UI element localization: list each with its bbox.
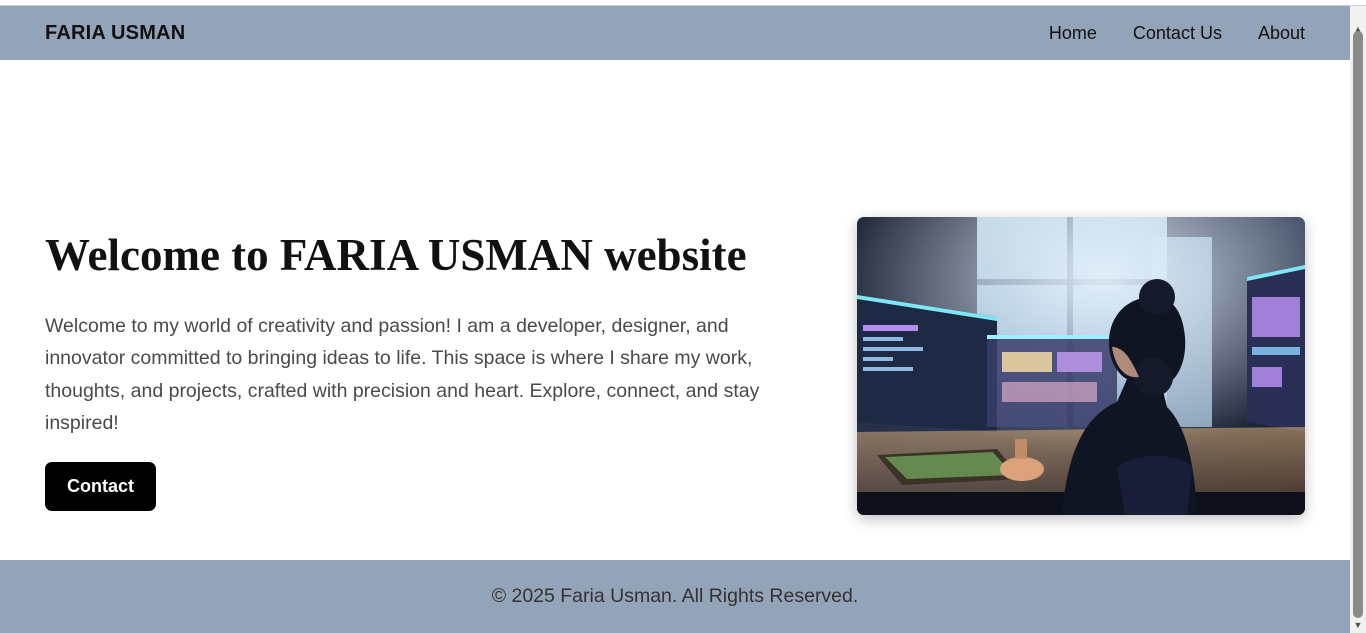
footer: © 2025 Faria Usman. All Rights Reserved.: [0, 560, 1350, 633]
vertical-scrollbar[interactable]: ▲ ▼: [1350, 6, 1366, 633]
nav-link-home[interactable]: Home: [1049, 23, 1097, 44]
nav-link-contact-us[interactable]: Contact Us: [1133, 23, 1222, 44]
nav-link-about[interactable]: About: [1258, 23, 1305, 44]
nav-links: Home Contact Us About: [1049, 23, 1305, 44]
hero-title: Welcome to FARIA USMAN website: [45, 230, 747, 280]
hero-description: Welcome to my world of creativity and pa…: [45, 315, 760, 434]
scrollbar-thumb[interactable]: [1353, 31, 1363, 618]
hero-section: Welcome to FARIA USMAN website Welcome t…: [45, 217, 1305, 515]
navbar: FARIA USMAN Home Contact Us About: [0, 6, 1350, 60]
footer-copyright: © 2025 Faria Usman. All Rights Reserved.: [491, 585, 859, 607]
contact-button[interactable]: Contact: [45, 462, 156, 511]
brand-logo-text[interactable]: FARIA USMAN: [45, 22, 185, 45]
page-viewport: FARIA USMAN Home Contact Us About Welcom…: [0, 6, 1350, 633]
scroll-down-icon[interactable]: ▼: [1350, 616, 1366, 633]
hero-image: [857, 217, 1305, 515]
